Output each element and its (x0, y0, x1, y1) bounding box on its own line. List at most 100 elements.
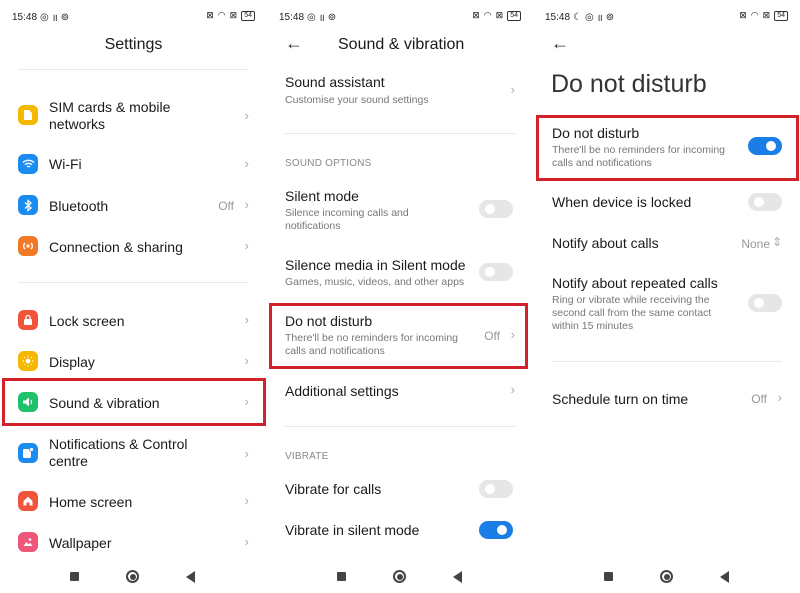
pause-icon: ॥ (51, 13, 58, 24)
silence-media-row[interactable]: Silence media in Silent mode Games, musi… (285, 257, 515, 291)
schedule-row[interactable]: Schedule turn on time Off › (552, 388, 782, 410)
wifi-status-icon: ◠ (483, 10, 492, 20)
silent-mode-row[interactable]: Silent mode Silence incoming calls and n… (285, 188, 515, 232)
status-bar-right: ⊠ ◠ ⊠ 54 (472, 10, 521, 21)
notify-calls-value: None (741, 237, 770, 251)
page-title: Sound & vibration (338, 36, 465, 53)
signal-icon: ⊠ (495, 10, 504, 20)
nav-back-icon[interactable] (720, 571, 729, 583)
settings-item-connection[interactable]: Connection & sharing › (18, 235, 249, 257)
schedule-value: Off (751, 392, 767, 406)
settings-item-home-screen[interactable]: Home screen › (18, 490, 249, 512)
row-title: Vibrate in silent mode (285, 522, 420, 538)
settings-item-sim[interactable]: SIM cards & mobile networks › (18, 98, 249, 136)
settings-item-lock-screen[interactable]: Lock screen › (18, 309, 249, 331)
sound-assistant-row[interactable]: Sound assistant Customise your sound set… (285, 74, 515, 108)
notifications-icon (18, 443, 38, 463)
divider (285, 426, 515, 427)
nav-home-icon[interactable] (393, 570, 406, 583)
lock-icon (18, 310, 38, 330)
row-subtitle: Games, music, videos, and other apps (285, 276, 465, 288)
row-title: Notify about repeated calls (552, 275, 718, 291)
settings-item-label: Home screen (49, 494, 133, 510)
chevron-right-icon: › (244, 156, 249, 171)
settings-item-bluetooth[interactable]: Bluetooth Off › (18, 194, 249, 216)
settings-item-label: Lock screen (49, 313, 125, 329)
settings-item-wifi[interactable]: Wi-Fi › (18, 153, 249, 175)
do-not-disturb-panel: 15:48 ☾ ◎ ॥ ⊚ ⊠ ◠ ⊠ 54 ← Do not disturb … (533, 0, 800, 593)
nav-home-icon[interactable] (126, 570, 139, 583)
row-subtitle: Ring or vibrate while receiving the seco… (552, 294, 712, 332)
divider (285, 133, 515, 134)
status-bar-left: 15:48 ◎ ॥ ⊚ (279, 10, 337, 25)
settings-item-notifications[interactable]: Notifications & Control centre › (18, 436, 249, 472)
settings-item-label: SIM cards & mobile networks (49, 99, 171, 132)
chevron-right-icon: › (244, 534, 249, 549)
chevron-right-icon: › (244, 312, 249, 327)
status-bar-right: ⊠ ◠ ⊠ 54 (206, 10, 255, 21)
nav-back-icon[interactable] (186, 571, 195, 583)
battery-icon: 54 (241, 10, 255, 21)
repeated-calls-row[interactable]: Notify about repeated calls Ring or vibr… (552, 275, 782, 335)
home-icon (18, 491, 38, 511)
back-arrow-icon[interactable]: ← (551, 33, 569, 54)
settings-item-display[interactable]: Display › (18, 350, 249, 372)
vibrate-silent-row[interactable]: Vibrate in silent mode (285, 519, 515, 541)
silent-mode-toggle[interactable] (479, 200, 513, 218)
status-bar-right: ⊠ ◠ ⊠ 54 (739, 10, 788, 21)
chevron-up-down-icon: ⇕ (771, 235, 782, 249)
wallpaper-icon (18, 532, 38, 552)
row-title: Silence media in Silent mode (285, 257, 466, 273)
page-title: Do not disturb (551, 70, 707, 98)
signal-icon: ⊠ (229, 10, 238, 20)
row-title: When device is locked (552, 194, 692, 210)
vibrate-silent-toggle[interactable] (479, 521, 513, 539)
back-arrow-icon[interactable]: ← (285, 33, 303, 54)
chevron-right-icon: › (777, 390, 782, 405)
page-title: Settings (104, 36, 163, 53)
row-subtitle: Customise your sound settings (285, 94, 429, 106)
nav-back-icon[interactable] (453, 571, 462, 583)
sound-vibration-panel: 15:48 ◎ ॥ ⊚ ⊠ ◠ ⊠ 54 ← Sound & vibration… (267, 0, 533, 593)
nav-home-icon[interactable] (660, 570, 673, 583)
vibrate-calls-toggle[interactable] (479, 480, 513, 498)
when-locked-toggle[interactable] (748, 193, 782, 211)
when-locked-row[interactable]: When device is locked (552, 192, 782, 214)
nav-recents-icon[interactable] (337, 572, 346, 581)
app-notification-icon: ⊚ (327, 11, 337, 23)
sim-off-icon: ⊠ (739, 10, 747, 20)
row-subtitle: Silence incoming calls and notifications (285, 207, 409, 232)
settings-item-label: Bluetooth (49, 198, 109, 214)
notify-calls-row[interactable]: Notify about calls None ⇕ (552, 233, 782, 255)
section-label: SOUND OPTIONS (285, 158, 372, 169)
pause-icon: ॥ (318, 13, 325, 24)
battery-icon: 54 (507, 10, 521, 21)
section-label: VIBRATE (285, 451, 329, 462)
status-time: 15:48 (12, 11, 38, 23)
battery-icon: 54 (774, 10, 788, 21)
pause-icon: ॥ (596, 13, 603, 24)
sim-off-icon: ⊠ (472, 10, 480, 20)
vibrate-calls-row[interactable]: Vibrate for calls (285, 478, 515, 500)
silence-media-toggle[interactable] (479, 263, 513, 281)
highlight-box (2, 378, 266, 426)
chevron-right-icon: › (244, 238, 249, 253)
wifi-status-icon: ◠ (217, 10, 226, 20)
chevron-right-icon: › (244, 108, 249, 123)
nav-recents-icon[interactable] (70, 572, 79, 581)
moon-icon: ☾ (573, 11, 582, 23)
settings-panel: 15:48 ◎ ॥ ⊚ ⊠ ◠ ⊠ 54 Settings SIM cards … (0, 0, 267, 593)
repeated-calls-toggle[interactable] (748, 294, 782, 312)
divider (18, 282, 249, 283)
settings-item-label: Wi-Fi (49, 156, 82, 172)
bluetooth-icon (18, 195, 38, 215)
signal-icon: ⊠ (762, 10, 771, 20)
settings-item-label: Notifications & Control centre (49, 436, 188, 469)
whatsapp-icon: ◎ (40, 11, 49, 23)
settings-item-wallpaper[interactable]: Wallpaper › (18, 531, 249, 553)
additional-settings-row[interactable]: Additional settings › (285, 380, 515, 402)
row-title: Silent mode (285, 188, 359, 204)
bluetooth-status: Off (218, 199, 234, 213)
display-icon (18, 351, 38, 371)
nav-recents-icon[interactable] (604, 572, 613, 581)
